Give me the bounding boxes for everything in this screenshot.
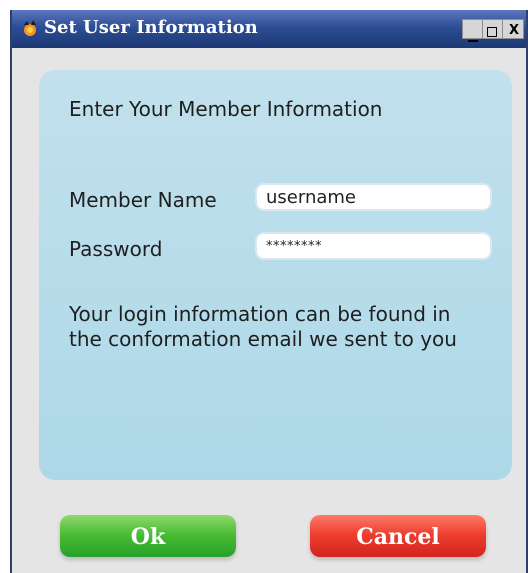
member-name-input[interactable]	[255, 183, 492, 211]
set-user-information-window: Set User Information X Enter Your Member…	[10, 10, 528, 573]
login-help-text: Your login information can be found in t…	[69, 302, 457, 351]
member-info-title: Enter Your Member Information	[69, 97, 383, 121]
ok-button[interactable]: Ok	[60, 515, 236, 557]
member-name-label: Member Name	[69, 188, 217, 212]
window-title: Set User Information	[44, 17, 258, 38]
minimize-button[interactable]	[462, 19, 484, 42]
cancel-button[interactable]: Cancel	[310, 515, 486, 557]
app-icon	[20, 18, 40, 38]
password-input[interactable]	[255, 232, 492, 260]
close-button[interactable]: X	[502, 19, 524, 39]
close-icon: X	[509, 23, 520, 38]
maximize-button[interactable]	[482, 19, 504, 39]
window-title-bar[interactable]: Set User Information X	[12, 10, 526, 48]
password-label: Password	[69, 237, 163, 261]
member-info-panel	[39, 70, 512, 480]
